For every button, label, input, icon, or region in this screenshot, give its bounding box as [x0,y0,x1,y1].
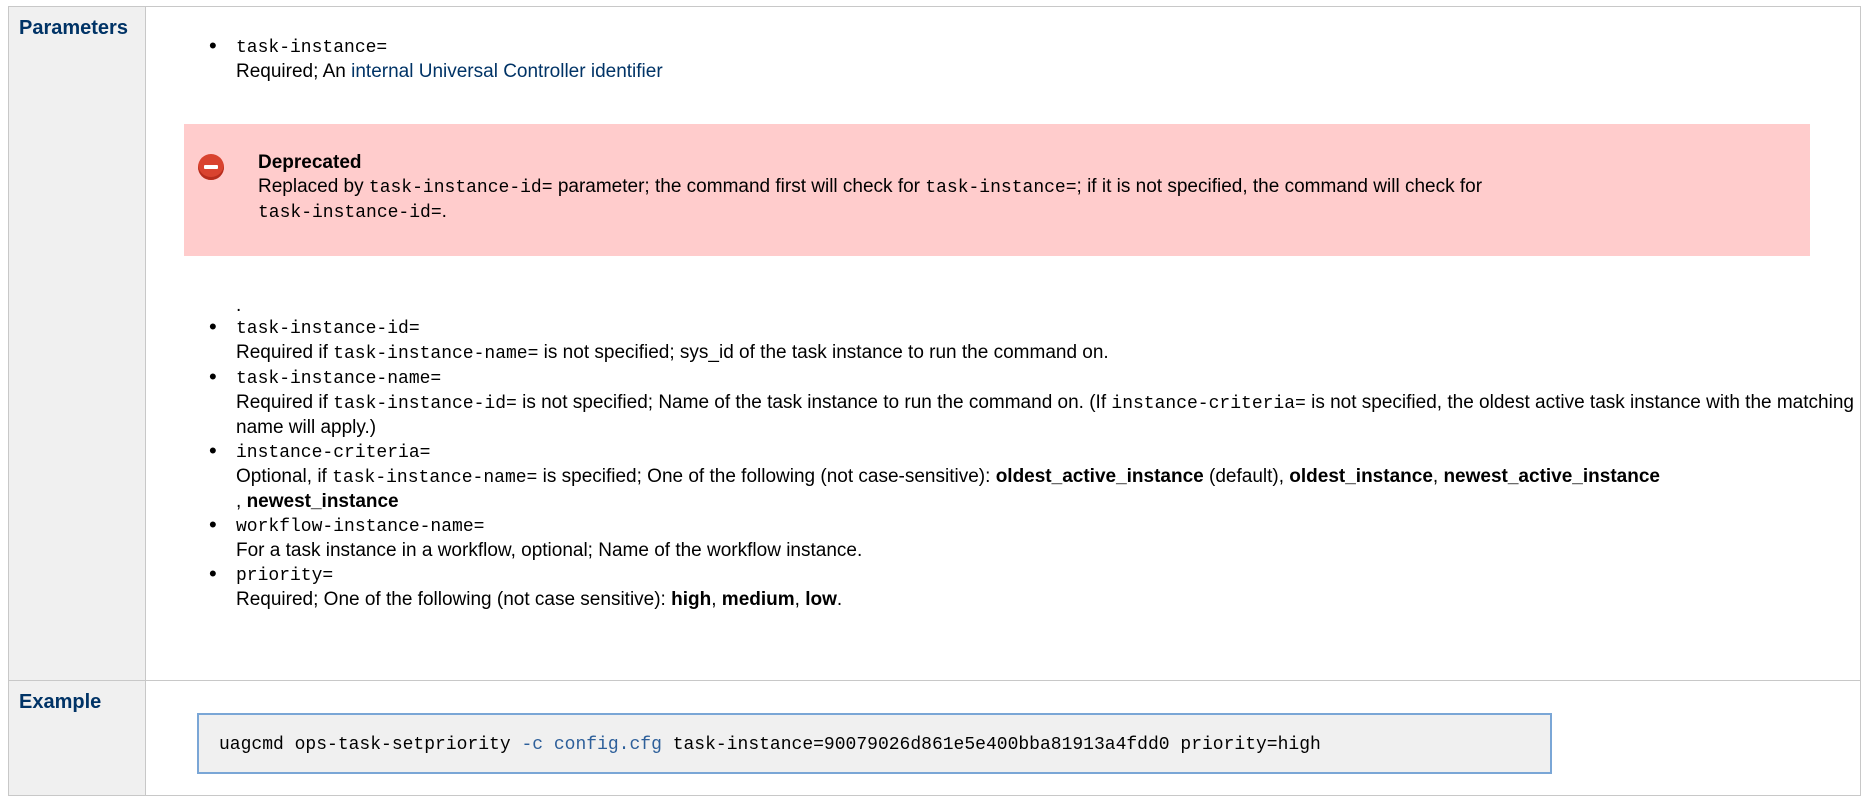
example-row: Example uagcmd ops-task-setpriority -c c… [8,680,1861,796]
code-option: -c [521,735,544,755]
example-content: uagcmd ops-task-setpriority -c config.cf… [145,680,1861,796]
bullet-icon: • [209,33,217,58]
bullet-icon: • [209,364,217,389]
code-config-file: config.cfg [553,735,662,755]
param-task-instance: • task-instance= Required; An internal U… [209,35,1860,84]
deprecated-title: Deprecated [258,152,362,173]
parameter-list: • task-instance= Required; An internal U… [146,35,1860,84]
param-desc: Optional, if task-instance-name= is spec… [236,466,1660,512]
deprecated-text: Replaced by task-instance-id= parameter;… [258,176,1483,223]
separator-dot: . [236,295,242,316]
param-name: priority= [236,566,334,586]
parameters-table: Parameters • task-instance= Required; An… [8,6,1861,796]
code-command: uagcmd ops-task-setpriority [219,735,522,755]
param-desc: Required; An [236,61,352,82]
param-name: task-instance-id= [236,319,420,339]
bullet-icon: • [209,314,217,339]
param-task-instance-id: • task-instance-id= Required if task-ins… [209,316,1860,366]
param-instance-criteria: • instance-criteria= Optional, if task-i… [209,440,1860,514]
param-desc: Required if task-instance-id= is not spe… [236,392,1854,438]
param-priority: • priority= Required; One of the followi… [209,563,1860,612]
deprecated-warning: Deprecated Replaced by task-instance-id=… [184,124,1810,256]
param-name: task-instance= [236,38,388,58]
param-name: workflow-instance-name= [236,517,485,537]
param-desc: Required; One of the following (not case… [236,589,843,610]
parameter-list-2: • task-instance-id= Required if task-ins… [146,316,1860,612]
bullet-icon: • [209,561,217,586]
param-desc: For a task instance in a workflow, optio… [236,540,863,561]
param-name: instance-criteria= [236,443,431,463]
param-task-instance-name: • task-instance-name= Required if task-i… [209,366,1860,440]
parameters-content: • task-instance= Required; An internal U… [145,6,1861,681]
bullet-icon: • [209,438,217,463]
parameters-header: Parameters [8,6,146,681]
parameters-row: Parameters • task-instance= Required; An… [8,6,1861,681]
example-header: Example [8,680,146,796]
code-arguments: task-instance=90079026d861e5e400bba81913… [661,735,1321,755]
param-desc: Required if task-instance-name= is not s… [236,342,1109,364]
error-icon [198,154,224,180]
example-code-block: uagcmd ops-task-setpriority -c config.cf… [197,713,1552,774]
universal-controller-identifier-link[interactable]: internal Universal Controller identifier [351,61,663,82]
param-name: task-instance-name= [236,369,442,389]
param-workflow-instance-name: • workflow-instance-name= For a task ins… [209,514,1860,563]
bullet-icon: • [209,512,217,537]
